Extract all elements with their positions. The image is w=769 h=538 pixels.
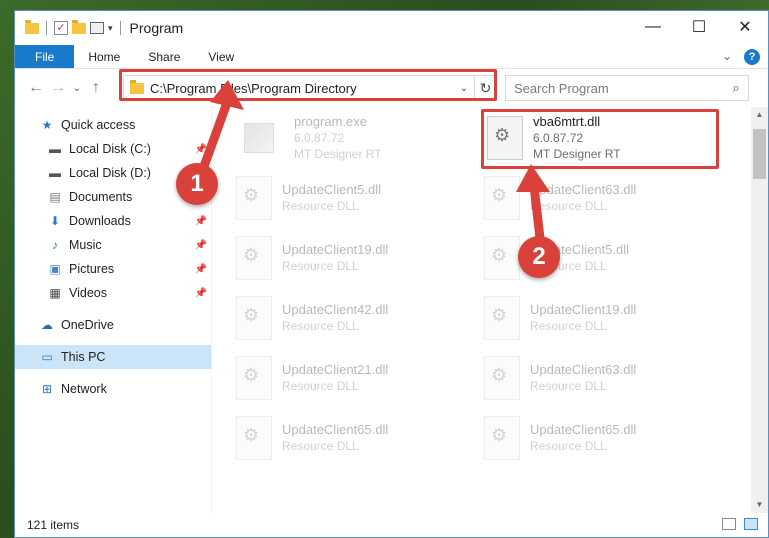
step-badge-1: 1 [176,163,218,205]
step-badge-2: 2 [518,236,560,278]
arrow-2 [516,164,550,243]
